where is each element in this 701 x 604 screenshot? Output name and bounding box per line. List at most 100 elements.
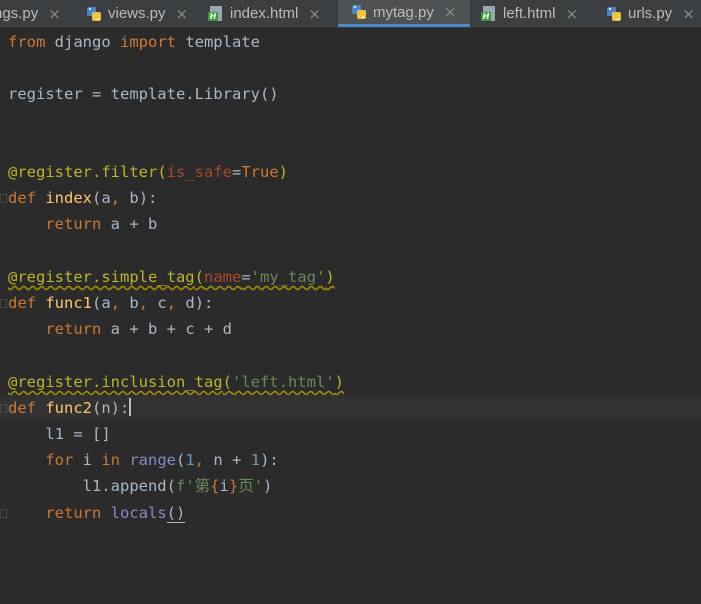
keyword: return [45,320,102,338]
fold-marker-icon[interactable] [0,404,7,413]
code-line: @register.simple_tag(name='my_tag') [0,264,701,290]
code-text: = [231,163,242,181]
tab-settings-py[interactable]: ngs.py × [0,0,74,27]
string-literal: 'left.html' [231,373,335,391]
tab-views-py[interactable]: views.py × [86,0,204,27]
tab-mytag-py[interactable]: mytag.py × [338,0,470,27]
string-literal: 'my_tag' [250,268,326,286]
close-icon[interactable]: × [308,5,321,23]
code-text: ( [194,268,204,286]
tab-urls-py[interactable]: urls.py × [606,0,701,27]
code-text: () [166,504,186,523]
tab-left-html[interactable]: H left.html × [481,0,597,27]
python-file-icon [86,6,102,22]
close-icon[interactable]: × [48,5,61,23]
python-file-icon [351,4,367,20]
code-line: def func1(a, b, c, d): [0,290,701,316]
keyword: True [241,163,279,181]
code-text: b [120,294,139,312]
tab-label: left.html [503,5,556,22]
code-line: def index(a, b): [0,185,701,211]
builtin-name: locals [110,504,167,522]
number-literal: 1 [250,451,261,469]
code-editor[interactable]: from django import template register = t… [0,28,701,547]
close-icon[interactable]: × [566,5,579,23]
code-line: return a + b + c + d [0,316,701,342]
keyword: def [8,294,36,312]
keyword-argument: is_safe [166,163,232,181]
code-line: @register.inclusion_tag('left.html') [0,369,701,395]
code-text: i [73,451,102,469]
code-text: , [110,189,121,207]
fold-marker-icon[interactable] [0,509,7,518]
keyword: def [8,399,36,417]
code-text: (a [92,294,111,312]
code-text: ) [263,477,273,495]
text-caret [129,398,132,416]
code-line: return a + b [0,211,701,237]
code-text: , [138,294,149,312]
editor-tab-bar: ngs.py × views.py × H index.html × mytag… [0,0,701,28]
code-text: template [175,33,260,51]
function-name: index [45,189,93,207]
keyword: for [45,451,74,469]
code-text: = [241,268,251,286]
code-text: a + b + c + d [101,320,232,338]
fold-marker-icon[interactable] [0,194,7,203]
code-text: a + b [101,215,158,233]
code-line: from django import template [0,29,701,55]
string-literal: f'第 [175,477,211,495]
function-name: func1 [45,294,93,312]
tab-label: index.html [230,5,299,22]
close-icon[interactable]: × [444,3,457,21]
html-file-icon: H [481,5,497,22]
code-line: return locals() [0,500,701,526]
code-text: i [219,477,229,495]
close-icon[interactable]: × [176,5,189,23]
keyword: import [119,33,176,51]
code-text: ( [157,163,167,181]
string-literal: 页' [238,477,264,495]
fold-marker-icon[interactable] [0,299,7,308]
code-text: n + [204,451,251,469]
code-text: django [45,33,120,51]
decorator: @register.simple_tag [8,268,195,286]
keyword: in [101,451,120,469]
keyword: from [8,33,46,51]
code-text: ): [260,451,279,469]
keyword: return [45,215,102,233]
code-text: l1 = [] [8,425,111,443]
code-text: register = template.Library() [8,85,279,103]
code-text: ) [334,373,344,391]
keyword-argument: name [203,268,242,286]
code-text: c [148,294,167,312]
code-text: , [194,451,205,469]
function-name: func2 [45,399,93,417]
decorator: @register.inclusion_tag [8,373,223,391]
python-file-icon [606,6,622,22]
keyword: def [8,189,36,207]
close-icon[interactable]: × [682,5,695,23]
code-text: (n): [92,399,130,417]
code-line: register = template.Library() [0,81,701,107]
tab-label: views.py [108,5,166,22]
code-text: { [210,477,220,495]
builtin-name: range [129,451,177,469]
code-line: for i in range(1, n + 1): [0,447,701,473]
code-text: ( [222,373,232,391]
tab-index-html[interactable]: H index.html × [208,0,338,27]
current-code-line: def func2(n): [0,395,701,421]
code-text: b): [120,189,158,207]
code-text: ) [278,163,288,181]
tab-label: urls.py [628,5,673,22]
code-text: ) [325,268,335,286]
code-line: @register.filter(is_safe=True) [0,159,701,185]
